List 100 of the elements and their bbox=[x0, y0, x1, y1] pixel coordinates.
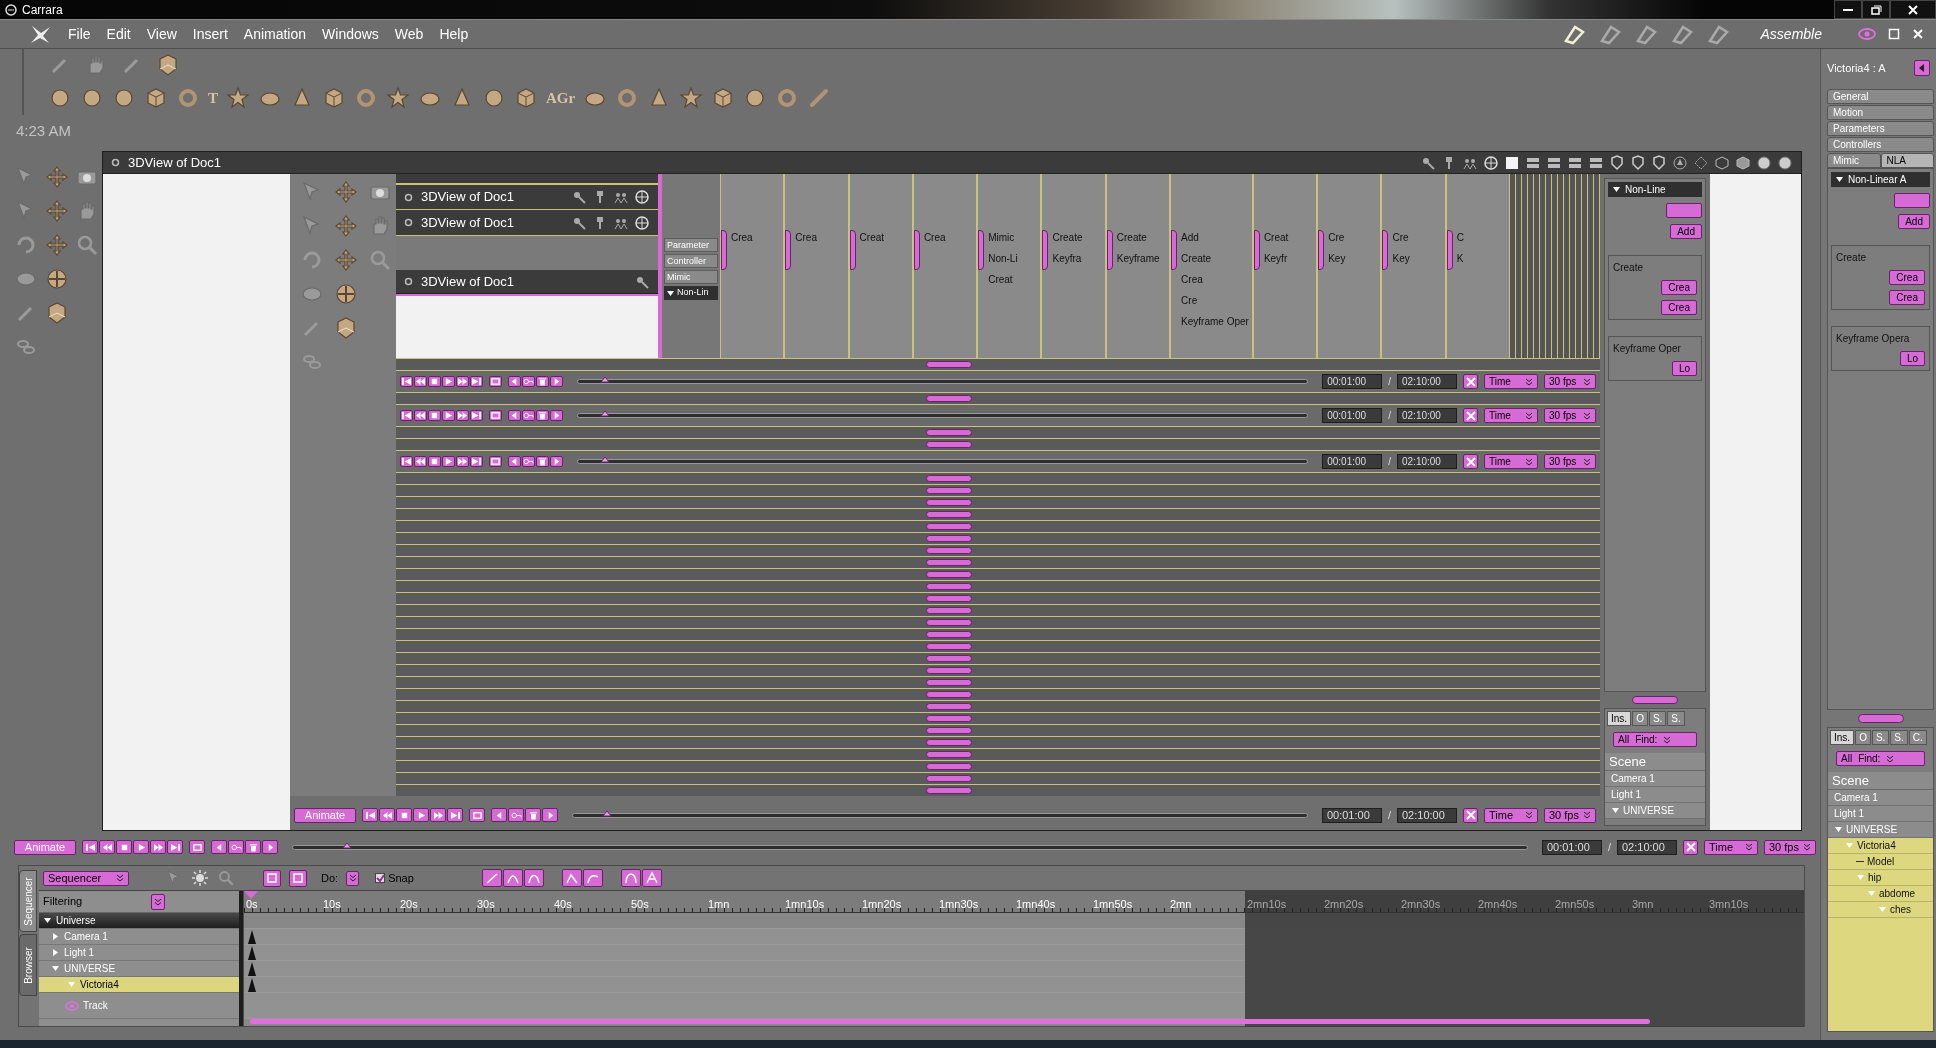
collapse-handle[interactable] bbox=[926, 655, 972, 662]
rewind-button[interactable] bbox=[414, 456, 427, 467]
tree-row[interactable]: Model bbox=[1828, 854, 1933, 870]
tree-row[interactable]: ches bbox=[1828, 902, 1933, 918]
collapse-handle[interactable] bbox=[926, 703, 972, 710]
tree-row[interactable]: abdome bbox=[1828, 886, 1933, 902]
fast-forward-button[interactable] bbox=[430, 808, 446, 822]
layout-icon[interactable] bbox=[1504, 154, 1520, 171]
room-tab[interactable]: Assemble bbox=[1760, 23, 1822, 45]
action-button[interactable]: Add bbox=[1670, 224, 1702, 239]
panel-handle[interactable] bbox=[1382, 230, 1389, 270]
loop-button[interactable] bbox=[469, 808, 485, 822]
panel-handle[interactable] bbox=[1171, 230, 1178, 270]
room-icon[interactable] bbox=[156, 53, 180, 77]
unit-dropdown[interactable]: Time bbox=[1704, 839, 1758, 855]
track-row[interactable]: Universe bbox=[39, 913, 239, 929]
time-slider[interactable] bbox=[292, 844, 1528, 850]
next-key-button[interactable] bbox=[542, 808, 558, 822]
slider-thumb[interactable] bbox=[599, 456, 610, 463]
cube-icon[interactable] bbox=[144, 86, 168, 110]
panel-handle[interactable] bbox=[849, 230, 856, 270]
next-key-button[interactable] bbox=[550, 456, 563, 467]
loop-button[interactable] bbox=[489, 376, 502, 387]
previous-key-button[interactable] bbox=[508, 456, 521, 467]
panel-handle[interactable] bbox=[913, 230, 920, 270]
key-button[interactable] bbox=[522, 376, 535, 387]
action-button[interactable]: Lo bbox=[1671, 361, 1697, 376]
crosshair-icon[interactable] bbox=[44, 267, 69, 291]
fast-forward-button[interactable] bbox=[456, 410, 469, 421]
clear-button[interactable] bbox=[1463, 374, 1478, 389]
play-button[interactable] bbox=[413, 808, 429, 822]
skip-start-button[interactable] bbox=[400, 456, 413, 467]
frame-button[interactable] bbox=[289, 869, 307, 887]
loop-button[interactable] bbox=[189, 840, 205, 854]
stop-button[interactable] bbox=[428, 376, 441, 387]
cube-icon[interactable] bbox=[514, 86, 538, 110]
curve-button[interactable] bbox=[620, 869, 641, 887]
cube-icon[interactable] bbox=[1714, 154, 1730, 171]
action-button[interactable] bbox=[1894, 193, 1930, 208]
time-field[interactable]: 02:10:00 bbox=[1397, 374, 1457, 389]
collapse-handle[interactable] bbox=[926, 487, 972, 494]
play-button[interactable] bbox=[442, 456, 455, 467]
collapse-handle[interactable] bbox=[926, 691, 972, 698]
keyframe-icon[interactable] bbox=[248, 962, 256, 976]
fps-dropdown[interactable]: 30 fps bbox=[1544, 374, 1596, 389]
collapse-handle[interactable] bbox=[926, 535, 972, 542]
keyframe-icon[interactable] bbox=[248, 930, 256, 944]
fast-forward-button[interactable] bbox=[456, 456, 469, 467]
collapse-handle[interactable] bbox=[926, 667, 972, 674]
room-icon[interactable] bbox=[334, 316, 358, 340]
tree-row[interactable]: Victoria4 bbox=[1828, 838, 1933, 854]
skip-start-button[interactable] bbox=[400, 410, 413, 421]
skip-start-button[interactable] bbox=[400, 376, 413, 387]
collapse-handle[interactable] bbox=[1632, 696, 1678, 704]
shield-icon[interactable] bbox=[1609, 154, 1625, 171]
collapse-handle[interactable] bbox=[926, 787, 972, 794]
fps-dropdown[interactable]: 30 fps bbox=[1764, 839, 1816, 855]
clear-button[interactable] bbox=[1683, 839, 1698, 855]
restore-button[interactable] bbox=[1862, 0, 1890, 19]
collapse-handle[interactable] bbox=[926, 751, 972, 758]
fit-button[interactable] bbox=[263, 869, 281, 887]
sphere-icon[interactable] bbox=[482, 86, 506, 110]
fps-dropdown[interactable]: 30 fps bbox=[1544, 408, 1596, 423]
time-slider[interactable] bbox=[577, 379, 1309, 384]
slider-thumb[interactable] bbox=[602, 809, 613, 817]
time-field[interactable]: 00:01:00 bbox=[1322, 454, 1383, 469]
trash-button[interactable] bbox=[525, 808, 541, 822]
collapse-handle[interactable] bbox=[926, 763, 972, 770]
fps-dropdown[interactable]: 30 fps bbox=[1544, 454, 1596, 469]
cube-icon[interactable] bbox=[322, 86, 346, 110]
sphere-icon[interactable] bbox=[48, 86, 72, 110]
play-button[interactable] bbox=[133, 840, 149, 854]
play-button[interactable] bbox=[442, 410, 455, 421]
find-dropdown[interactable]: All Find: bbox=[1836, 751, 1925, 766]
triangle-icon[interactable] bbox=[1835, 175, 1844, 184]
skip-end-button[interactable] bbox=[470, 456, 483, 467]
panel-handle[interactable] bbox=[978, 230, 985, 270]
time-field[interactable]: 02:10:00 bbox=[1617, 839, 1677, 855]
collapse-handle[interactable] bbox=[926, 441, 972, 448]
shield-icon[interactable] bbox=[1651, 154, 1667, 171]
time-field[interactable]: 00:01:00 bbox=[1541, 839, 1602, 855]
move-icon[interactable] bbox=[44, 165, 69, 189]
next-key-button[interactable] bbox=[550, 376, 563, 387]
previous-key-button[interactable] bbox=[508, 376, 521, 387]
sphere-icon[interactable] bbox=[80, 86, 104, 110]
triangle-icon[interactable] bbox=[1612, 185, 1621, 194]
unit-dropdown[interactable]: Time bbox=[1484, 374, 1538, 389]
previous-key-button[interactable] bbox=[491, 808, 507, 822]
move-icon[interactable] bbox=[334, 214, 358, 238]
move-icon[interactable] bbox=[44, 199, 69, 223]
skip-end-button[interactable] bbox=[447, 808, 463, 822]
key-button[interactable] bbox=[522, 410, 535, 421]
play-button[interactable] bbox=[442, 376, 455, 387]
curve-button[interactable] bbox=[481, 869, 502, 887]
trash-button[interactable] bbox=[536, 376, 549, 387]
curve-button[interactable] bbox=[582, 869, 603, 887]
panel-handle[interactable] bbox=[1042, 230, 1049, 270]
trash-button[interactable] bbox=[245, 840, 261, 854]
collapse-handle[interactable] bbox=[926, 607, 972, 614]
box-icon[interactable] bbox=[1735, 154, 1751, 171]
